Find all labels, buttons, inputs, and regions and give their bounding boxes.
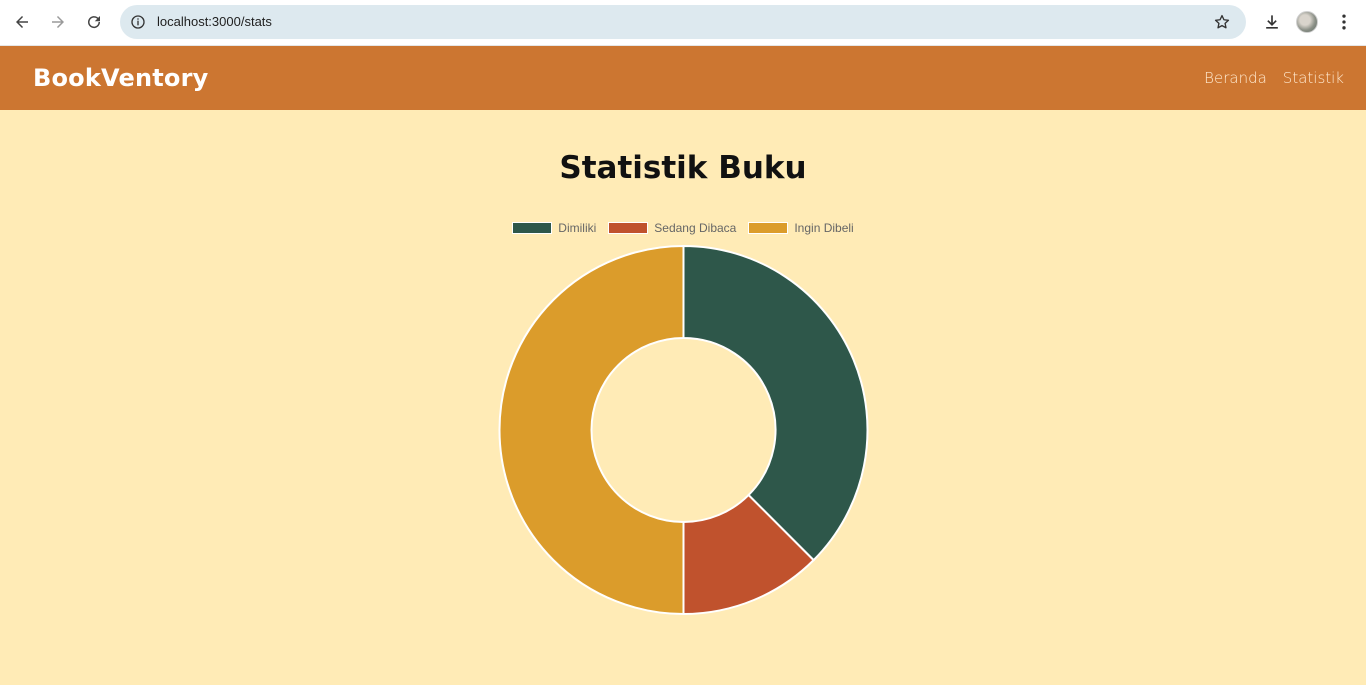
doughnut-slice-ingin-dibeli[interactable] — [498, 244, 685, 616]
doughnut-chart — [498, 244, 869, 616]
doughnut-slice-dimiliki[interactable] — [682, 244, 869, 562]
